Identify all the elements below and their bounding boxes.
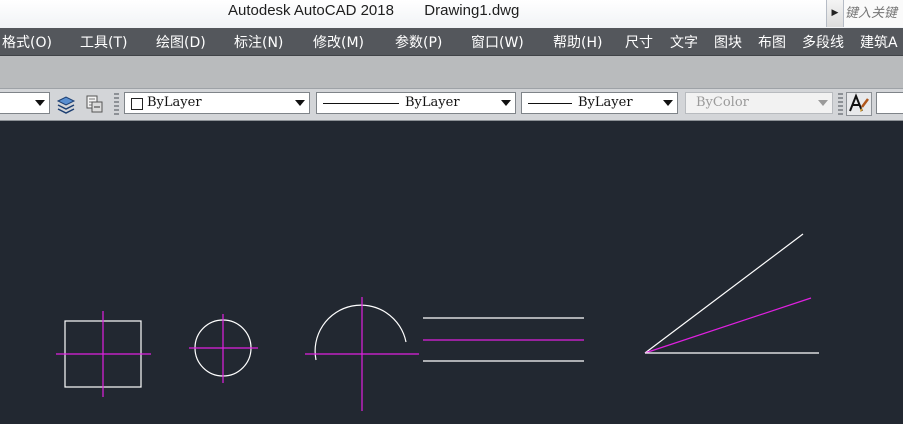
menu-layout[interactable]: 布图 [758,32,786,52]
menu-format[interactable]: 格式(O) [2,32,52,52]
layer-match-icon[interactable] [83,93,105,115]
menu-size[interactable]: 尺寸 [625,32,653,52]
properties-toolbar: ByLayer ByLayer ByLayer ByColor [0,88,903,121]
lineweight-dropdown[interactable]: ByLayer [521,92,678,114]
angle-line-upper[interactable] [644,233,804,354]
chevron-down-icon [35,100,45,106]
menu-modify[interactable]: 修改(M) [313,32,364,52]
menu-help[interactable]: 帮助(H) [553,32,602,52]
search-expand-icon[interactable]: ▶ [827,0,844,27]
layer-dropdown[interactable] [0,92,50,114]
chevron-down-icon [663,100,673,106]
app-name: Autodesk AutoCAD 2018 [228,2,394,19]
menu-polyline[interactable]: 多段线 [802,32,844,52]
chevron-down-icon [501,100,511,106]
linetype-preview [323,103,399,104]
arc-shape[interactable] [314,304,407,361]
color-dropdown[interactable]: ByLayer [124,92,310,114]
menu-window[interactable]: 窗口(W) [471,32,524,52]
window-title: Autodesk AutoCAD 2018 Drawing1.dwg [228,2,519,19]
menu-tools[interactable]: 工具(T) [80,32,127,52]
font-style-icon[interactable] [846,92,872,116]
color-swatch [131,98,143,110]
plot-style-dropdown: ByColor [685,92,833,114]
document-name: Drawing1.dwg [424,2,520,19]
menu-text[interactable]: 文字 [670,32,698,52]
menu-architecture[interactable]: 建筑A [860,32,898,52]
chevron-down-icon [295,100,305,106]
linetype-dropdown[interactable]: ByLayer [316,92,516,114]
menu-draw[interactable]: 绘图(D) [156,32,206,52]
drawing-canvas[interactable] [0,121,903,420]
search-box: ▶ [826,0,903,27]
toolbar-grip[interactable] [838,93,843,115]
layer-stack-icon[interactable] [55,93,77,115]
menu-dimension[interactable]: 标注(N) [234,32,283,52]
title-bar: Autodesk AutoCAD 2018 Drawing1.dwg ▶ [0,0,903,29]
text-style-dropdown[interactable] [876,92,903,114]
chevron-down-icon [818,100,828,106]
menu-block[interactable]: 图块 [714,32,742,52]
ribbon-area [0,56,903,88]
color-value: ByLayer [147,95,202,110]
linetype-value: ByLayer [405,95,460,110]
lineweight-value: ByLayer [578,95,633,110]
menu-bar: 格式(O) 工具(T) 绘图(D) 标注(N) 修改(M) 参数(P) 窗口(W… [0,28,903,56]
search-input[interactable] [845,4,903,22]
drawing-geometry [56,233,819,411]
toolbar-grip[interactable] [114,93,119,115]
angle-bisector[interactable] [644,297,812,354]
lineweight-preview [528,103,572,104]
menu-parametric[interactable]: 参数(P) [395,32,442,52]
plot-style-value: ByColor [696,95,749,110]
